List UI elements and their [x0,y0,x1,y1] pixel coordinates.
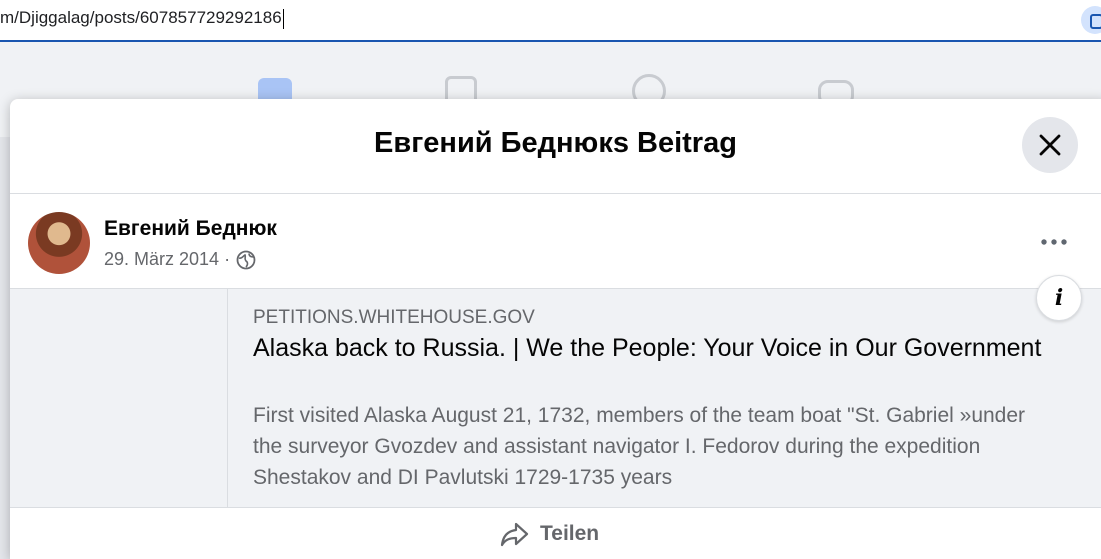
text-caret [282,8,284,29]
globe-icon [236,250,256,269]
extension-icon[interactable] [1081,6,1101,34]
share-label: Teilen [540,522,600,545]
share-button[interactable]: Teilen [500,519,599,549]
more-icon [1041,239,1067,245]
post-modal: Евгений Беднюкs Beitrag Евгений Беднюк 2… [10,99,1101,559]
share-icon [500,522,529,547]
author-name[interactable]: Евгений Беднюк [104,217,277,241]
info-icon: i [1054,285,1064,311]
link-thumbnail[interactable] [10,289,228,507]
avatar[interactable] [28,212,90,274]
more-options-button[interactable] [1032,224,1076,260]
close-icon [1039,134,1061,156]
link-description: First visited Alaska August 21, 1732, me… [253,404,1026,489]
close-button[interactable] [1022,117,1078,173]
url-field[interactable]: m/Djiggalag/posts/607857729292186 [0,8,284,29]
meta-separator: · [224,249,231,269]
modal-header: Евгений Беднюкs Beitrag [10,99,1101,194]
link-preview-card[interactable]: PETITIONS.WHITEHOUSE.GOV Alaska back to … [10,288,1101,508]
url-text: m/Djiggalag/posts/607857729292186 [0,8,282,27]
post-meta: 29. März 2014 · [104,249,256,270]
post-date[interactable]: 29. März 2014 [104,249,219,270]
address-bar[interactable]: m/Djiggalag/posts/607857729292186 [0,0,1101,42]
link-domain: PETITIONS.WHITEHOUSE.GOV [253,307,535,328]
link-title[interactable]: Alaska back to Russia. | We the People: … [253,333,1053,364]
modal-title: Евгений Беднюкs Beitrag [374,127,737,159]
info-button[interactable]: i [1036,275,1082,321]
